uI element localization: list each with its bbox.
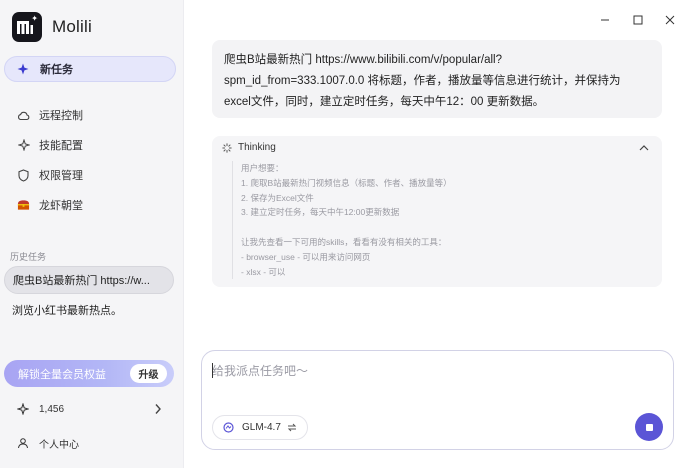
model-name: GLM-4.7 [242, 422, 281, 433]
model-icon [223, 422, 234, 433]
profile-label: 个人中心 [39, 439, 79, 451]
text-cursor [212, 363, 213, 378]
history-item-label: 爬虫B站最新热门 https://w... [13, 275, 150, 287]
credits-value: 1,456 [39, 403, 65, 415]
new-task-icon [17, 63, 29, 75]
task-input[interactable] [212, 361, 652, 381]
history-item-active[interactable]: 爬虫B站最新热门 https://w... [4, 266, 174, 294]
history-item[interactable]: 浏览小红书最新热点。 [4, 296, 174, 324]
sidebar-item-label: 权限管理 [39, 170, 83, 182]
shield-icon [17, 168, 30, 182]
thinking-line: - xlsx - 可以 [241, 266, 286, 277]
thinking-line: 1. 爬取B站最新热门视频信息（标题、作者、播放量等） [241, 177, 452, 188]
new-task-button[interactable]: 新任务 [4, 56, 176, 82]
sparkle-icon [17, 403, 29, 415]
logo-sparkle-icon: ✦ [31, 14, 38, 23]
sidebar-item-label: 远程控制 [39, 110, 83, 122]
loading-spinner-icon [222, 142, 232, 153]
sidebar-nav: 远程控制 技能配置 权限管理 龙虾朝堂 [0, 100, 184, 220]
model-selector[interactable]: GLM-4.7 [212, 415, 308, 440]
credits-row[interactable]: 1,456 [0, 396, 184, 422]
stop-button[interactable] [635, 413, 663, 441]
history-title: 历史任务 [10, 252, 47, 262]
thinking-line: 3. 建立定时任务，每天中午12:00更新数据 [241, 207, 400, 218]
sidebar-item-lobster-court[interactable]: 龙虾朝堂 [0, 190, 184, 220]
composer: GLM-4.7 [201, 350, 674, 450]
profile-row[interactable]: 个人中心 [0, 430, 184, 456]
close-button[interactable] [660, 10, 680, 30]
chevron-up-icon[interactable] [639, 144, 649, 152]
app-name: Molili [52, 17, 92, 36]
sparkle-icon [17, 139, 30, 152]
upgrade-button[interactable]: 升级 [130, 364, 167, 383]
user-message: 爬虫B站最新热门 https://www.bilibili.com/v/popu… [212, 40, 662, 118]
sidebar-item-label: 龙虾朝堂 [39, 200, 83, 212]
sidebar-item-remote-control[interactable]: 远程控制 [0, 100, 184, 130]
minimize-icon [601, 19, 609, 21]
app-logo: ✦ [12, 12, 42, 42]
user-icon [18, 438, 28, 449]
thinking-line [241, 220, 652, 235]
thinking-line: 用户想要： [241, 163, 284, 173]
thinking-line: 2. 保存为Excel文件 [241, 192, 314, 203]
membership-promo[interactable]: 解锁全量会员权益 升级 [4, 360, 174, 387]
minimize-button[interactable] [595, 10, 615, 30]
sidebar: ✦ Molili 新任务 远程控制 技能配置 权限管理 龙虾朝堂 历史任务 爬虫… [0, 0, 184, 468]
thinking-header[interactable]: Thinking [222, 142, 276, 153]
chevron-right-icon [155, 404, 161, 414]
sidebar-item-permissions[interactable]: 权限管理 [0, 160, 184, 190]
sidebar-item-skills[interactable]: 技能配置 [0, 130, 184, 160]
history-item-label: 浏览小红书最新热点。 [12, 305, 122, 317]
thinking-title: Thinking [238, 142, 276, 153]
swap-icon [287, 423, 297, 432]
thinking-line: 让我先查看一下可用的skills，看看有没有相关的工具： [241, 236, 447, 247]
stop-icon [645, 423, 653, 431]
user-message-line: spm_id_from=333.1007.0.0 将标题，作者，播放量等信息进行… [224, 75, 621, 87]
user-message-line: 爬虫B站最新热门 https://www.bilibili.com/v/popu… [224, 54, 502, 66]
maximize-icon [633, 15, 643, 25]
maximize-button[interactable] [628, 10, 648, 30]
thinking-line: - browser_use - 可以用来访问网页 [241, 251, 371, 262]
sidebar-item-label: 技能配置 [39, 140, 83, 152]
cloud-icon [17, 109, 30, 122]
user-message-line: excel文件，同时，建立定时任务，每天中午12：00 更新数据。 [224, 96, 545, 108]
thinking-panel: Thinking 用户想要： 1. 爬取B站最新热门视频信息（标题、作者、播放量… [212, 136, 662, 287]
new-task-label: 新任务 [40, 64, 73, 76]
promo-label: 解锁全量会员权益 [18, 368, 106, 381]
close-icon [665, 15, 675, 25]
treasure-chest-icon [17, 199, 30, 212]
thinking-content: 用户想要： 1. 爬取B站最新热门视频信息（标题、作者、播放量等） 2. 保存为… [232, 161, 652, 280]
brand: ✦ Molili [12, 12, 92, 42]
